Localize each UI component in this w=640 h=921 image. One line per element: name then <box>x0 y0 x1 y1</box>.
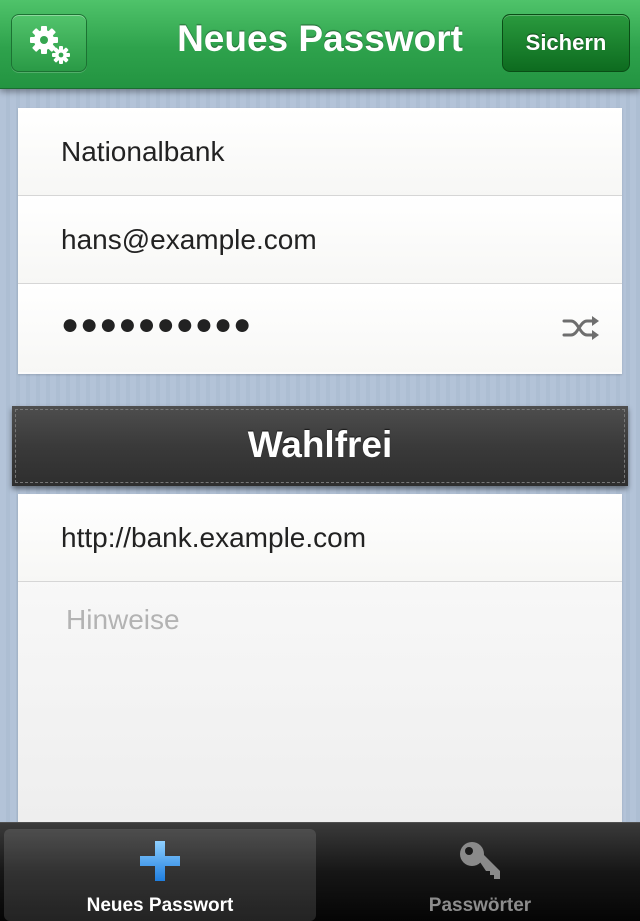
key-icon <box>460 842 500 879</box>
optional-section-header: Wahlfrei <box>12 406 628 486</box>
url-value: http://bank.example.com <box>61 522 367 553</box>
section-title: Wahlfrei <box>247 424 393 465</box>
save-button[interactable]: Sichern <box>502 14 630 72</box>
optional-form-group: http://bank.example.com Hinweise <box>18 494 622 824</box>
tab-passwords-label: Passwörter <box>428 895 532 916</box>
navigation-bar: Neues Passwort Sichern <box>0 0 640 89</box>
shuffle-icon[interactable] <box>562 314 600 342</box>
account-form-group: Nationalbank hans@example.com ●●●●●●●●●● <box>18 108 622 374</box>
tab-new-password[interactable]: Neues Passwort <box>4 829 316 921</box>
notes-placeholder: Hinweise <box>66 604 180 635</box>
username-value: hans@example.com <box>61 224 317 255</box>
password-value: ●●●●●●●●●● <box>61 308 253 341</box>
account-name-value: Nationalbank <box>61 136 225 167</box>
password-field[interactable]: ●●●●●●●●●● <box>18 284 622 372</box>
plus-icon <box>140 841 180 881</box>
account-name-field[interactable]: Nationalbank <box>18 108 622 196</box>
url-field[interactable]: http://bank.example.com <box>18 494 622 582</box>
tab-passwords[interactable]: Passwörter <box>324 829 636 921</box>
tab-new-password-label: Neues Passwort <box>86 895 234 916</box>
username-field[interactable]: hans@example.com <box>18 196 622 284</box>
tab-bar: Neues Passwort Passwörter <box>0 822 640 921</box>
